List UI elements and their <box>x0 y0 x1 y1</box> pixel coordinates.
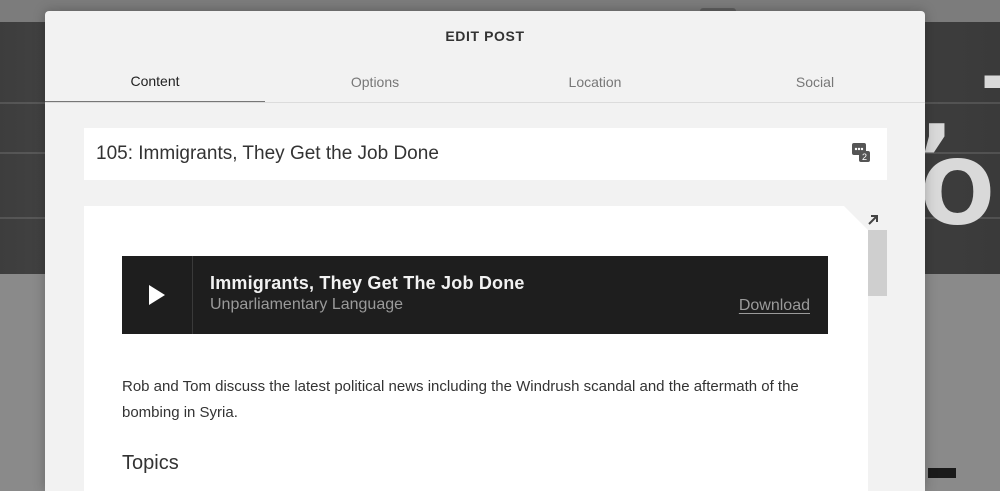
editor-scrollbar[interactable] <box>868 230 887 491</box>
tab-location[interactable]: Location <box>485 61 705 102</box>
post-description: Rob and Tom discuss the latest political… <box>122 378 799 421</box>
topics-heading: Topics <box>122 452 179 474</box>
track-title: Immigrants, They Get The Job Done <box>210 273 525 293</box>
tab-options[interactable]: Options <box>265 61 485 102</box>
background-hero-text: , T O <box>920 68 1000 228</box>
play-icon <box>149 285 165 305</box>
show-name: Unparliamentary Language <box>210 296 404 313</box>
play-button[interactable] <box>122 256 193 334</box>
editor-corner-fold <box>844 206 868 230</box>
edit-post-modal: EDIT POST Content Options Location Socia… <box>45 11 925 491</box>
comment-count-icon[interactable]: 2 <box>851 142 871 164</box>
expand-icon[interactable] <box>867 214 879 226</box>
post-title-input[interactable] <box>96 128 836 180</box>
background-block <box>928 468 956 478</box>
tab-social[interactable]: Social <box>705 61 925 102</box>
comment-count-value: 2 <box>862 152 867 162</box>
content-editor[interactable]: Immigrants, They Get The Job Done Unparl… <box>84 206 868 491</box>
modal-title: EDIT POST <box>445 28 525 44</box>
scrollbar-thumb[interactable] <box>868 230 887 296</box>
post-title-field: 2 <box>84 128 887 180</box>
tab-content[interactable]: Content <box>45 61 265 102</box>
tab-bar: Content Options Location Social <box>45 61 925 103</box>
audio-player: Immigrants, They Get The Job Done Unparl… <box>122 256 828 334</box>
download-link[interactable]: Download <box>739 297 810 315</box>
